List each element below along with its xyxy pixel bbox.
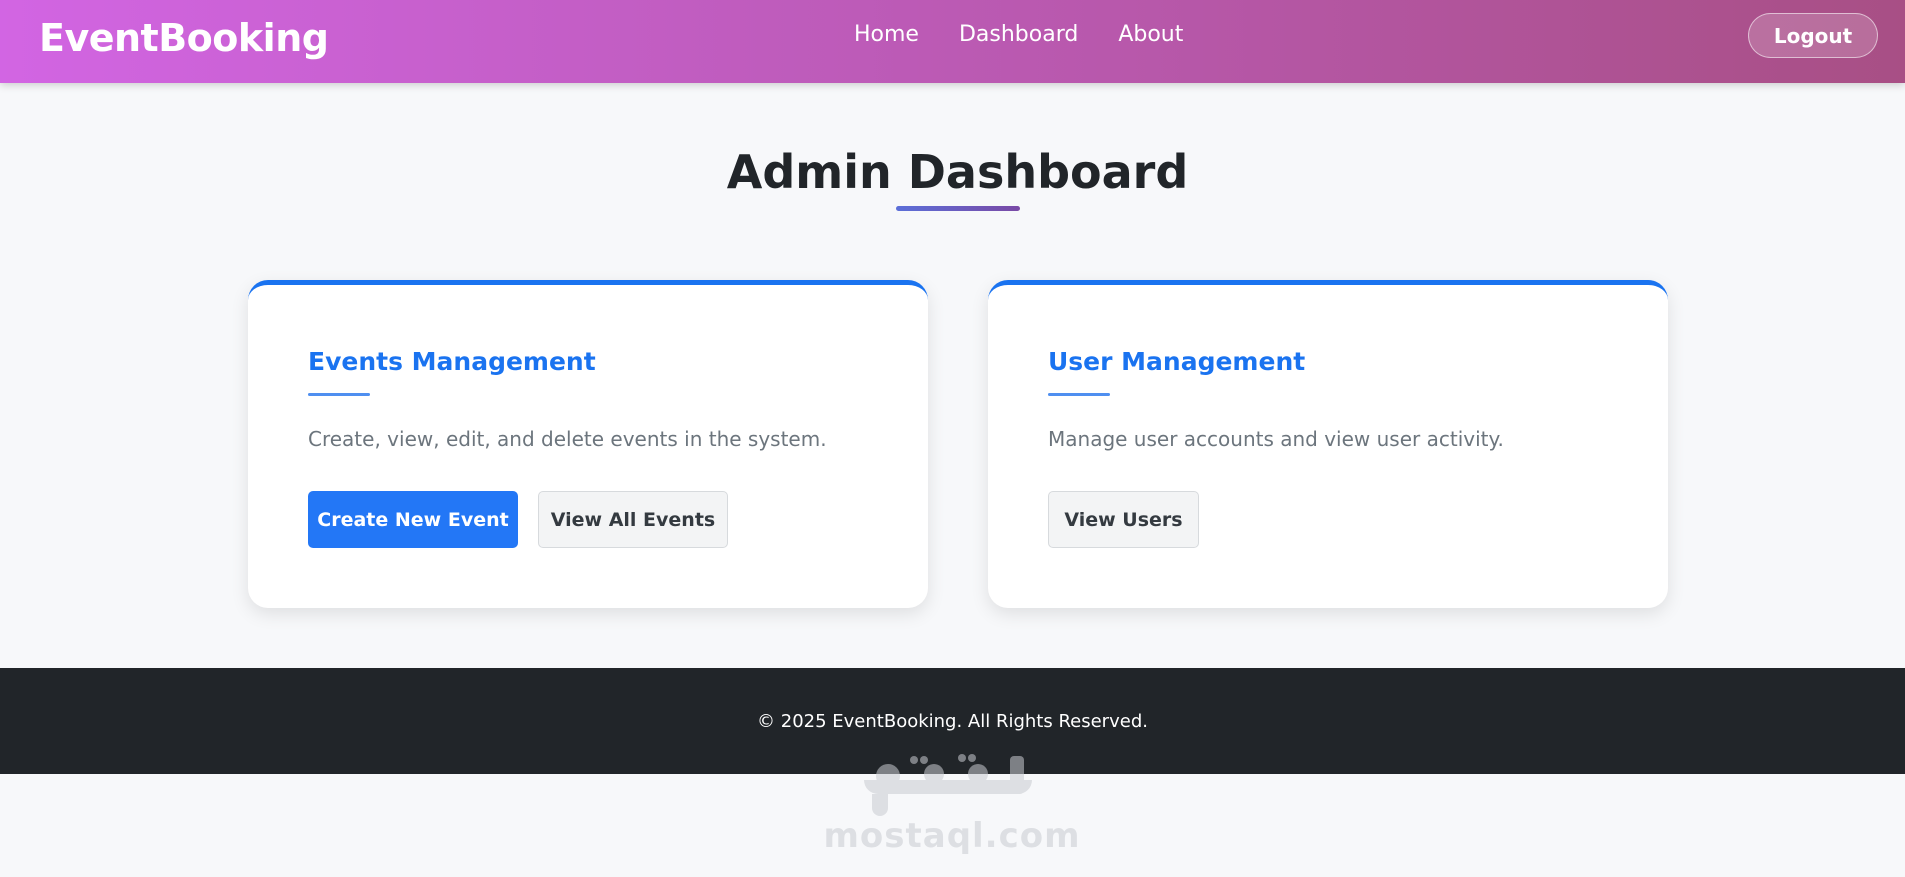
watermark: mostaql.com bbox=[823, 750, 1080, 862]
watermark-text: mostaql.com bbox=[823, 816, 1081, 856]
footer-copyright: © 2025 EventBooking. All Rights Reserved… bbox=[757, 710, 1148, 732]
card-description: Manage user accounts and view user activ… bbox=[1048, 427, 1504, 451]
mostaql-logo-icon bbox=[864, 754, 1032, 816]
navbar: EventBooking Home Dashboard About Logout bbox=[0, 0, 1905, 83]
card-title-underline bbox=[1048, 393, 1110, 396]
title-underline bbox=[896, 206, 1020, 211]
card-description: Create, view, edit, and delete events in… bbox=[308, 427, 827, 451]
nav-link-about[interactable]: About bbox=[1118, 22, 1183, 47]
nav-links: Home Dashboard About bbox=[854, 22, 1183, 47]
events-management-card: Events Management Create, view, edit, an… bbox=[248, 280, 928, 608]
card-title: Events Management bbox=[308, 347, 596, 376]
card-title-underline bbox=[308, 393, 370, 396]
page-title: Admin Dashboard bbox=[726, 145, 1189, 199]
create-new-event-button[interactable]: Create New Event bbox=[308, 491, 518, 548]
view-users-button[interactable]: View Users bbox=[1048, 491, 1199, 548]
view-all-events-button[interactable]: View All Events bbox=[538, 491, 728, 548]
brand-logo[interactable]: EventBooking bbox=[39, 16, 329, 60]
nav-link-home[interactable]: Home bbox=[854, 22, 919, 47]
user-management-card: User Management Manage user accounts and… bbox=[988, 280, 1668, 608]
logout-button[interactable]: Logout bbox=[1748, 13, 1878, 58]
card-title: User Management bbox=[1048, 347, 1306, 376]
nav-link-dashboard[interactable]: Dashboard bbox=[959, 22, 1078, 47]
